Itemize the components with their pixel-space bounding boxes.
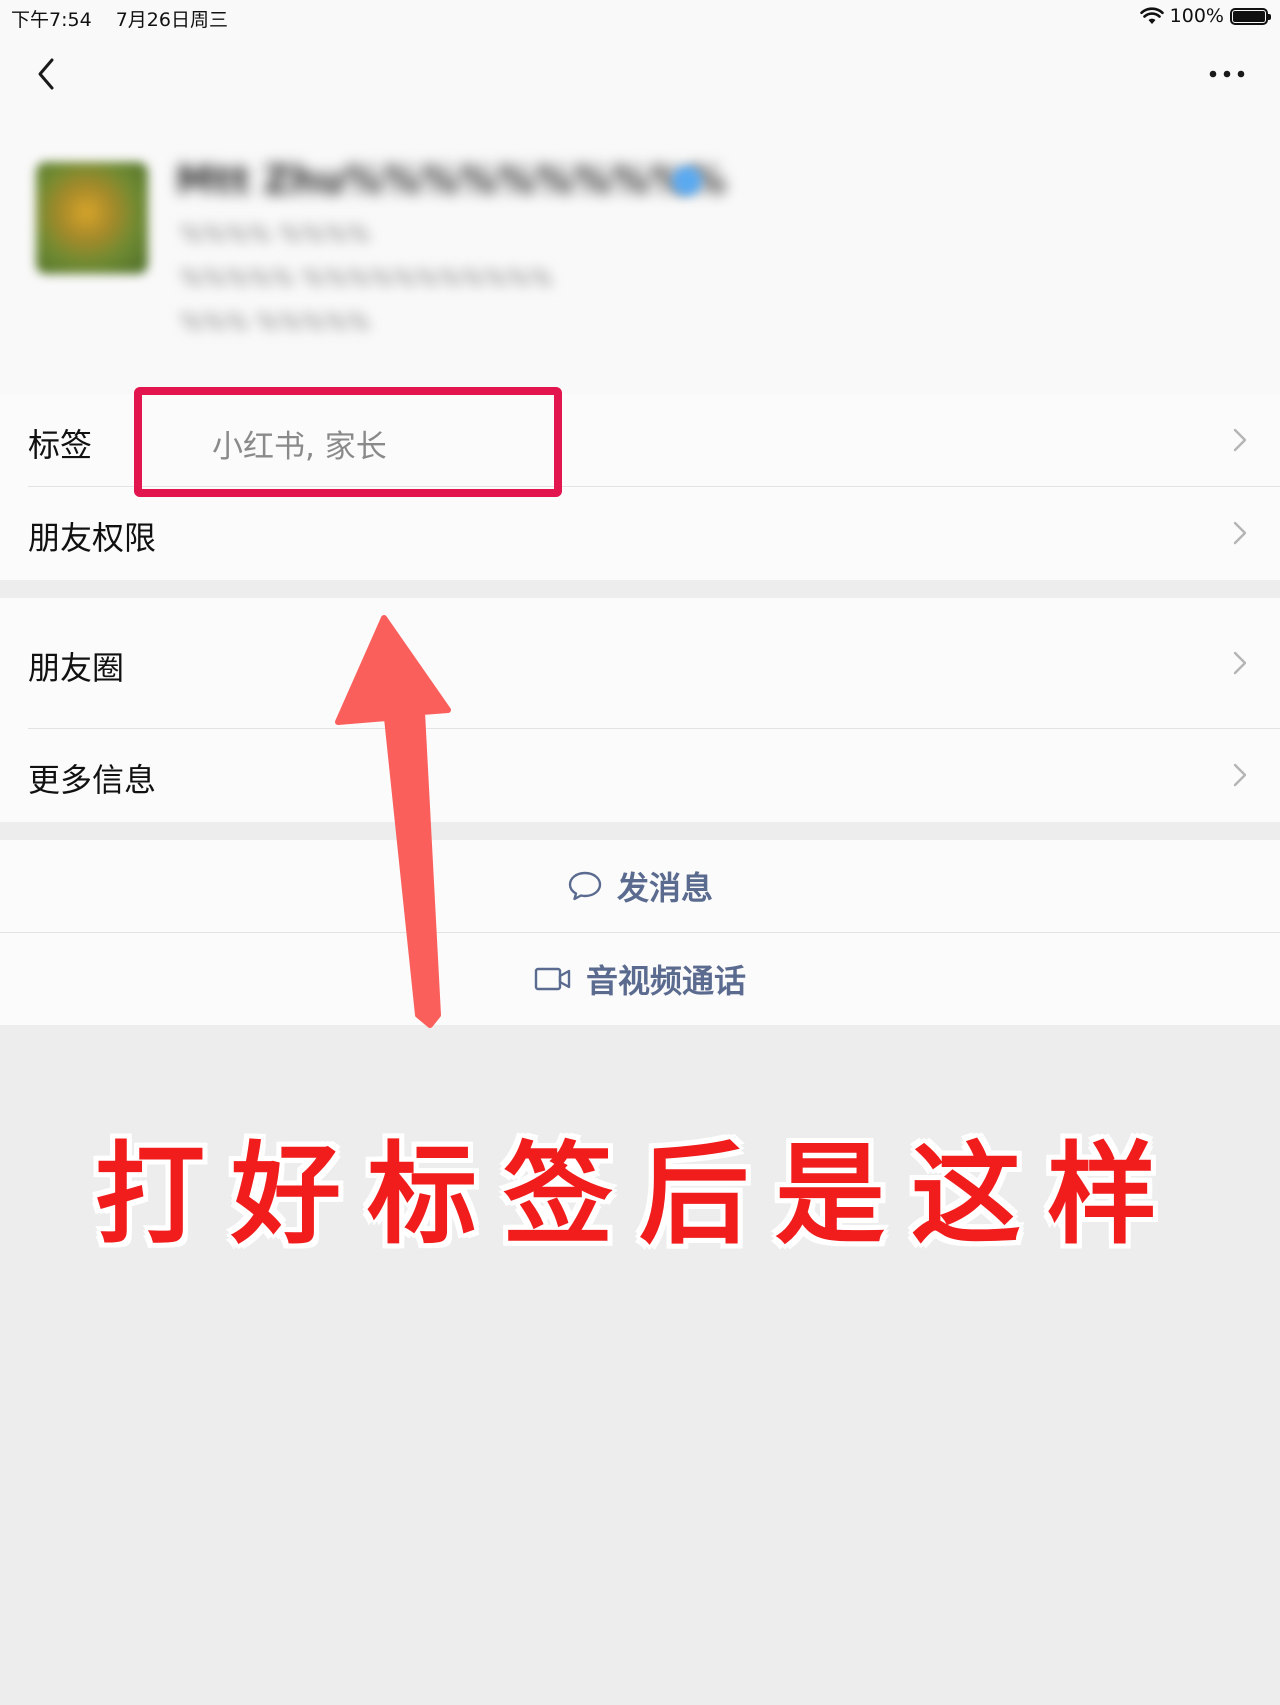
- nav-bar: [0, 34, 1280, 114]
- chevron-right-icon: [1233, 428, 1247, 452]
- avatar[interactable]: [36, 162, 148, 274]
- friend-permissions-row[interactable]: 朋友权限: [0, 487, 1280, 580]
- profile-meta-line: %%% %%%%%: [180, 308, 371, 336]
- status-right: 100%: [1139, 5, 1271, 27]
- profile-name: Mtt Zhu%%%%%%%%%%: [176, 158, 726, 202]
- profile-header: Mtt Zhu%%%%%%%%%% %%%% %%%% %%%%% %%%%%%…: [0, 114, 1280, 394]
- info-section: 朋友圈 更多信息: [0, 598, 1280, 822]
- chat-bubble-icon: [568, 871, 602, 901]
- send-message-label: 发消息: [616, 869, 713, 907]
- battery-icon: [1230, 7, 1271, 25]
- status-date: 7月26日周三: [115, 9, 228, 31]
- send-message-content: 发消息: [0, 840, 1280, 932]
- wifi-icon: [1139, 7, 1164, 24]
- chevron-right-icon: [1233, 521, 1247, 545]
- verified-badge-icon: [672, 166, 702, 196]
- annotation-caption: 打好标签后是这样: [95, 1131, 1183, 1259]
- friend-permissions-label: 朋友权限: [28, 519, 157, 557]
- arrow-up-icon: [335, 615, 451, 1028]
- profile-meta-line: %%%%% %%%%%%%%%%%: [180, 264, 553, 292]
- more-info-row[interactable]: 更多信息: [0, 729, 1280, 822]
- video-call-content: 音视频通话: [0, 933, 1280, 1025]
- status-time: 下午7:54: [11, 9, 92, 31]
- video-camera-icon: [534, 967, 571, 991]
- actions-section: 发消息 音视频通话: [0, 840, 1280, 1025]
- tag-highlight-box: [134, 387, 562, 497]
- more-info-label: 更多信息: [28, 761, 157, 799]
- chevron-right-icon: [1233, 763, 1247, 787]
- back-button[interactable]: [28, 54, 68, 94]
- profile-meta-line: %%%% %%%%: [180, 220, 371, 248]
- status-bar: 下午7:54 7月26日周三 100%: [0, 0, 1280, 34]
- video-call-label: 音视频通话: [585, 962, 746, 1000]
- status-left: 下午7:54 7月26日周三: [11, 5, 246, 32]
- chevron-right-icon: [1233, 651, 1247, 675]
- video-call-button[interactable]: 音视频通话: [0, 933, 1280, 1025]
- moments-label: 朋友圈: [28, 649, 125, 687]
- moments-row[interactable]: 朋友圈: [0, 598, 1280, 728]
- battery-text: 100%: [1169, 5, 1224, 27]
- send-message-button[interactable]: 发消息: [0, 840, 1280, 932]
- battery-fill: [1233, 10, 1265, 22]
- tags-label: 标签: [28, 426, 93, 464]
- more-button[interactable]: [1202, 54, 1252, 94]
